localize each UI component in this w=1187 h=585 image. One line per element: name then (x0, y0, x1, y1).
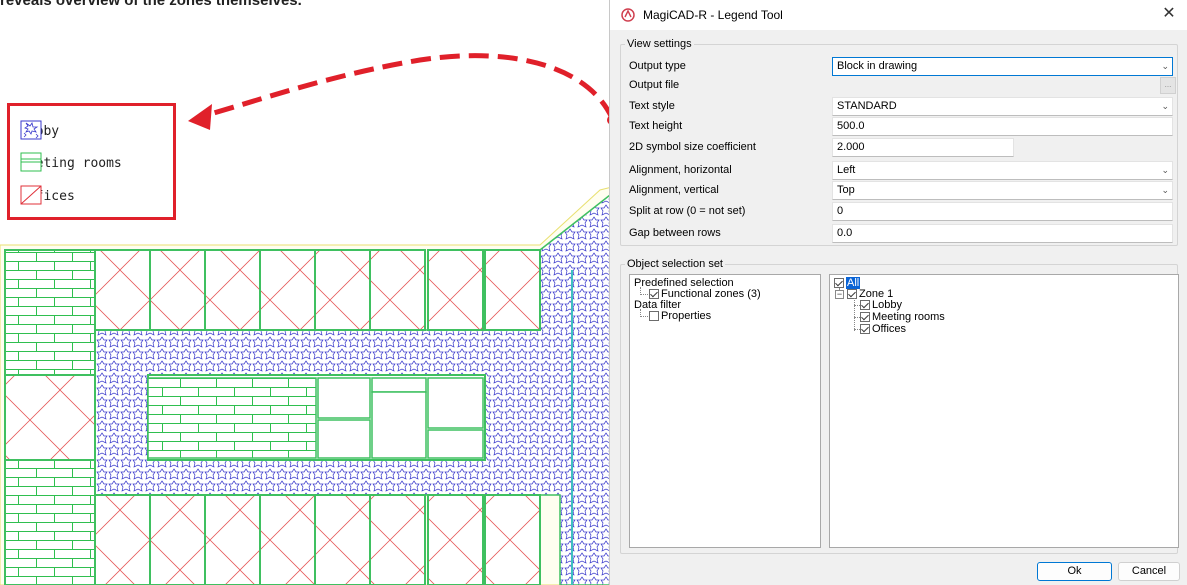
zone-legend: Lobby Meeting rooms Offices (7, 103, 176, 220)
all-checkbox[interactable] (834, 278, 844, 288)
setting-value: 500.0 (837, 120, 865, 132)
close-icon[interactable]: ✕ (1161, 6, 1177, 22)
meeting-room-pattern-icon (20, 152, 42, 172)
magicad-app-icon (621, 8, 635, 22)
meeting-rooms-checkbox[interactable] (860, 312, 870, 322)
lobby-checkbox[interactable] (860, 300, 870, 310)
zone-1-checkbox[interactable] (847, 289, 857, 299)
setting-label: Output type (629, 60, 686, 72)
setting-value: STANDARD (837, 100, 897, 112)
tree-item-lobby[interactable]: Lobby (860, 299, 902, 311)
tree-item-properties[interactable]: Properties (649, 310, 711, 322)
cad-drawing-area[interactable]: reveals overview of the zones themselves… (0, 0, 620, 585)
cancel-button[interactable]: Cancel (1118, 562, 1180, 581)
setting-dropdown[interactable]: Left ⌄ (832, 161, 1173, 180)
tree-item-offices[interactable]: Offices (860, 323, 906, 335)
setting-dropdown[interactable]: Top ⌄ (832, 181, 1173, 200)
tree-label: Properties (661, 310, 712, 322)
setting-dropdown[interactable]: STANDARD ⌄ (832, 97, 1173, 116)
office-room (259, 494, 316, 585)
office-pattern-icon (20, 185, 42, 205)
setting-label: Text style (629, 100, 675, 112)
legend-tool-dialog: MagiCAD-R - Legend Tool ✕ View settings … (609, 0, 1187, 585)
setting-label: Split at row (0 = not set) (629, 205, 746, 217)
tree-label: Lobby (872, 299, 902, 311)
office-room (369, 249, 426, 331)
setting-value: 0 (837, 205, 844, 217)
office-room (314, 494, 371, 585)
chevron-down-icon: ⌄ (1161, 185, 1169, 195)
properties-checkbox[interactable] (649, 311, 659, 321)
browse-button[interactable]: ... (1160, 77, 1176, 94)
office-room (369, 494, 426, 585)
setting-value: 0.0 (837, 227, 853, 239)
object-selection-label: Object selection set (625, 258, 725, 270)
chevron-down-icon: ⌄ (1161, 101, 1169, 111)
setting-label: Text height (629, 120, 683, 132)
setting-value: Block in drawing (837, 60, 918, 72)
office-room (204, 494, 261, 585)
output-file-field[interactable] (832, 76, 1154, 95)
legend-item-lobby: Lobby (20, 120, 59, 142)
setting-value: 2.000 (837, 141, 865, 153)
chevron-down-icon: ⌄ (1161, 165, 1169, 175)
chevron-down-icon: ⌄ (1161, 61, 1169, 71)
setting-input[interactable]: 500.0 (832, 117, 1173, 136)
office-room (314, 249, 371, 331)
setting-label: Gap between rows (629, 227, 721, 239)
offices-checkbox[interactable] (860, 324, 870, 334)
dialog-title: MagiCAD-R - Legend Tool (643, 8, 783, 22)
office-room (149, 494, 206, 585)
legend-item-offices: Offices (20, 185, 75, 207)
legend-item-meeting-rooms: Meeting rooms (20, 152, 122, 174)
setting-label: Output file (629, 79, 680, 91)
tree-item-meeting-rooms[interactable]: Meeting rooms (860, 311, 945, 323)
view-settings-label: View settings (625, 38, 694, 50)
setting-value: Left (837, 164, 856, 176)
setting-label: Alignment, vertical (629, 184, 719, 196)
office-room (94, 249, 151, 331)
office-room (204, 249, 261, 331)
setting-label: Alignment, horizontal (629, 164, 732, 176)
lobby-pattern-icon (20, 120, 42, 140)
tree-label: Offices (872, 323, 907, 335)
office-room (427, 494, 484, 585)
office-room (427, 249, 484, 331)
setting-value: Top (837, 184, 855, 196)
setting-input[interactable]: 0 (832, 202, 1173, 221)
office-room (484, 494, 541, 585)
tree-label: Meeting rooms (872, 311, 945, 323)
collapse-icon[interactable]: − (835, 289, 844, 299)
dialog-titlebar[interactable]: MagiCAD-R - Legend Tool ✕ (610, 0, 1187, 30)
office-room (484, 249, 541, 331)
setting-input[interactable]: 2.000 (832, 138, 1014, 157)
setting-input[interactable]: 0.0 (832, 224, 1173, 243)
functional-zones-checkbox[interactable] (649, 289, 659, 299)
setting-label: 2D symbol size coefficient (629, 141, 756, 153)
ok-button[interactable]: Ok (1037, 562, 1112, 581)
predefined-selection-panel[interactable]: Predefined selection Functional zones (3… (629, 274, 821, 548)
floor-plan (0, 53, 620, 585)
zone-selection-panel[interactable]: All − Zone 1 Lobby Meeting rooms Offices (829, 274, 1179, 548)
office-room (149, 249, 206, 331)
office-room (259, 249, 316, 331)
setting-dropdown[interactable]: Block in drawing ⌄ (832, 57, 1173, 76)
office-room (94, 494, 151, 585)
